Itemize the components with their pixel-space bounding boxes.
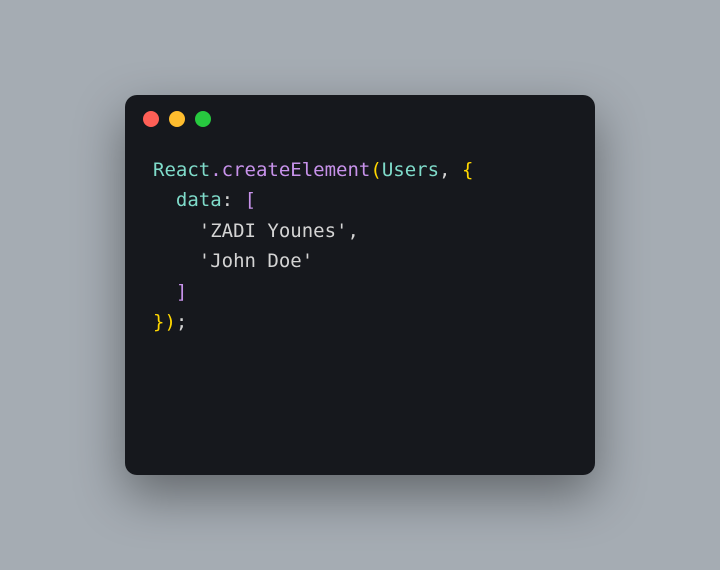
minimize-icon[interactable]	[169, 111, 185, 127]
close-icon[interactable]	[143, 111, 159, 127]
code-token-lbrace: {	[462, 159, 473, 181]
code-token-comma: ,	[347, 220, 358, 242]
code-line-6: });	[153, 307, 567, 337]
code-token-lbracket: [	[245, 189, 256, 211]
code-token-component: Users	[382, 159, 439, 181]
code-token-rbrace: }	[153, 311, 164, 333]
code-token-method: createElement	[222, 159, 371, 181]
window-titlebar	[125, 95, 595, 143]
code-content: React.createElement(Users, { data: [ 'ZA…	[125, 143, 595, 349]
code-line-4: 'John Doe'	[153, 246, 567, 276]
code-token-space	[450, 159, 461, 181]
code-line-2: data: [	[153, 185, 567, 215]
code-token-dot: .	[210, 159, 221, 181]
code-token-string-1: 'John Doe'	[199, 250, 313, 272]
code-line-3: 'ZADI Younes',	[153, 216, 567, 246]
code-editor-window: React.createElement(Users, { data: [ 'ZA…	[125, 95, 595, 475]
code-token-semi: ;	[176, 311, 187, 333]
code-token-comma: ,	[439, 159, 450, 181]
code-token-key: data	[176, 189, 222, 211]
maximize-icon[interactable]	[195, 111, 211, 127]
code-line-5: ]	[153, 277, 567, 307]
code-token-space	[233, 189, 244, 211]
code-token-string-0: 'ZADI Younes'	[199, 220, 348, 242]
code-token-lparen: (	[370, 159, 381, 181]
code-token-rparen: )	[164, 311, 175, 333]
code-token-colon: :	[222, 189, 233, 211]
code-token-rbracket: ]	[176, 281, 187, 303]
code-line-1: React.createElement(Users, {	[153, 155, 567, 185]
code-token-object: React	[153, 159, 210, 181]
